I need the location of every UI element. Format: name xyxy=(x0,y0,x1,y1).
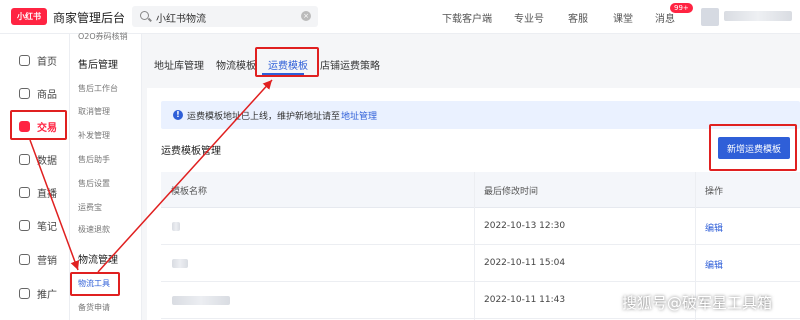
rail-item-marketing[interactable]: 营销 xyxy=(0,247,70,271)
template-name-blurred xyxy=(172,296,230,305)
submenu-item-settings[interactable]: 售后设置 xyxy=(78,178,110,189)
rail-item-home[interactable]: 首页 xyxy=(0,48,70,72)
submenu-item-reissue[interactable]: 补发管理 xyxy=(78,130,110,141)
table-header: 模板名称 最后修改时间 操作 xyxy=(161,172,800,208)
submenu-group-logistics: 物流管理 xyxy=(78,255,118,266)
top-bar: 小红书 商家管理后台 小红书物流 × 下载客户端 专业号 客服 课堂 消息 99… xyxy=(0,0,800,34)
submenu-item-o2o[interactable]: O2O券码核销 xyxy=(78,31,128,42)
highlight-trade-box xyxy=(10,110,67,140)
column-header-name: 模板名称 xyxy=(171,187,208,197)
nav-pro-account[interactable]: 专业号 xyxy=(514,10,544,25)
search-input[interactable]: 小红书物流 × xyxy=(132,6,318,27)
rail-item-product[interactable]: 商品 xyxy=(0,81,70,105)
message-count-badge: 99+ xyxy=(670,3,693,13)
avatar[interactable] xyxy=(701,8,719,26)
tab-address-library[interactable]: 地址库管理 xyxy=(154,57,204,72)
live-icon xyxy=(19,186,30,198)
modified-time: 2022-10-13 12:30 xyxy=(484,221,566,231)
table-row: 2022-10-13 12:30 编辑 xyxy=(161,208,800,245)
highlight-logistics-tools-box xyxy=(70,272,120,296)
submenu-item-fast-refund[interactable]: 极速退款 xyxy=(78,224,110,235)
rail-item-data[interactable]: 数据 xyxy=(0,147,70,171)
submenu-item-cancel[interactable]: 取消管理 xyxy=(78,106,110,117)
column-divider xyxy=(474,172,475,320)
notice-text: 运费模板地址已上线，维护新地址请至 xyxy=(187,112,341,122)
column-header-modified: 最后修改时间 xyxy=(484,187,539,197)
edit-link[interactable]: 编辑 xyxy=(705,221,723,234)
address-management-link[interactable]: 地址管理 xyxy=(341,109,377,122)
nav-classroom[interactable]: 课堂 xyxy=(613,10,633,25)
tab-shop-freight-strategy[interactable]: 店铺运费策略 xyxy=(320,57,380,72)
modified-time: 2022-10-11 11:43 xyxy=(484,295,566,305)
column-header-actions: 操作 xyxy=(705,187,724,197)
table-row: 2022-10-11 15:04 编辑 xyxy=(161,245,800,282)
nav-customer-service[interactable]: 客服 xyxy=(568,10,588,25)
watermark: 搜狐号@破军星工具箱 xyxy=(622,294,773,312)
template-name-blurred xyxy=(172,259,188,268)
nav-download-client[interactable]: 下载客户端 xyxy=(442,10,492,25)
search-icon xyxy=(140,11,149,20)
promote-icon xyxy=(19,287,30,299)
notes-icon xyxy=(19,219,30,231)
submenu-group-after-sales: 售后管理 xyxy=(78,60,118,71)
search-value: 小红书物流 xyxy=(156,14,206,25)
rail-item-promote[interactable]: 推广 xyxy=(0,281,70,305)
primary-nav: 首页 商品 交易 数据 直播 笔记 营销 推广 xyxy=(0,34,70,320)
highlight-freight-tab-box xyxy=(255,47,319,77)
tab-bar: 地址库管理 物流模板 运费模板 店铺运费策略 xyxy=(142,34,800,88)
marketing-icon xyxy=(19,253,30,265)
submenu-item-stock-request[interactable]: 备货申请 xyxy=(78,302,110,313)
brand-title: 商家管理后台 xyxy=(53,11,126,25)
section-title: 运费模板管理 xyxy=(161,146,221,157)
xiaohongshu-logo[interactable]: 小红书 xyxy=(11,8,47,25)
clear-search-icon[interactable]: × xyxy=(301,11,311,21)
tab-logistics-template[interactable]: 物流模板 xyxy=(216,57,256,72)
template-name-blurred xyxy=(172,222,180,231)
home-icon xyxy=(19,54,30,66)
submenu-item-workbench[interactable]: 售后工作台 xyxy=(78,83,118,94)
highlight-add-button-box xyxy=(709,124,797,171)
submenu-item-assistant[interactable]: 售后助手 xyxy=(78,154,110,165)
info-icon: ! xyxy=(173,110,183,120)
account-name-blurred[interactable] xyxy=(724,11,792,21)
product-icon xyxy=(19,87,30,99)
data-icon xyxy=(19,153,30,165)
rail-item-live[interactable]: 直播 xyxy=(0,180,70,204)
rail-item-notes[interactable]: 笔记 xyxy=(0,213,70,237)
info-notice: ! 运费模板地址已上线，维护新地址请至 地址管理 xyxy=(161,101,800,129)
edit-link[interactable]: 编辑 xyxy=(705,258,723,271)
modified-time: 2022-10-11 15:04 xyxy=(484,258,566,268)
submenu-item-freight-insurance[interactable]: 运费宝 xyxy=(78,202,102,213)
